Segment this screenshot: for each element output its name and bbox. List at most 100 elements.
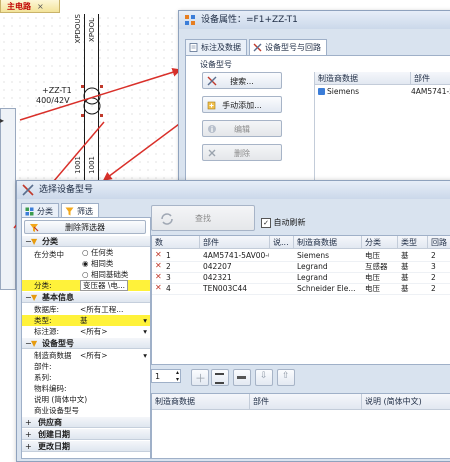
database-row[interactable]: 数据库: <所有工程... — [22, 304, 150, 315]
row-label: 类型: — [34, 316, 52, 325]
section-label: 供应商 — [38, 418, 62, 427]
delete-filter-icon — [30, 224, 39, 232]
tab-annotation-data[interactable]: 标注及数据 — [185, 39, 247, 55]
move-down-button[interactable]: ⇩ — [255, 369, 273, 386]
collapse-rows-button[interactable] — [211, 369, 229, 386]
material-code-row[interactable]: 物料编码: — [22, 383, 150, 394]
table-cell — [273, 272, 293, 283]
add-row-button[interactable]: ＋ — [191, 369, 209, 386]
select-device-model-dialog[interactable]: 选择设备型号 分类 筛选 删除筛选器 − ▼ 分类 在分类中 ○ 任何类 ◉ 相同类… — [16, 180, 450, 462]
source-row[interactable]: 标注源: <所有> ▾ — [22, 326, 150, 337]
table-cell: Siemens — [327, 87, 360, 96]
column-header[interactable]: 说明 (简体中文) — [362, 394, 450, 410]
tab-device-model[interactable]: 设备型号与回路 — [249, 39, 327, 55]
selected-parts-grid: 制造商数据 部件 说明 (简体中文) — [151, 393, 450, 459]
table-cell: 042321 — [203, 273, 232, 282]
database-icon — [318, 88, 325, 95]
commercial-model-row[interactable]: 商业设备型号 — [22, 405, 150, 416]
checkbox-label: 自动刷新 — [273, 218, 306, 227]
column-header[interactable]: 分类 — [362, 236, 398, 249]
section-category[interactable]: − ▼ 分类 — [22, 236, 150, 247]
chevron-down-icon[interactable]: ▾ — [143, 315, 147, 326]
stepper-arrows-icon[interactable]: ▴ ▾ — [176, 369, 179, 383]
tools-icon — [253, 43, 262, 52]
button-label: 手动添加... — [222, 101, 262, 110]
row-label: 制造商数据 — [34, 351, 72, 360]
delete-button[interactable]: 删除 — [202, 144, 282, 161]
edit-button[interactable]: 编辑 — [202, 120, 282, 137]
column-header[interactable]: 数 — [152, 236, 200, 249]
device-properties-dialog[interactable]: 设备属性：=F1+ZZ-T1 标注及数据 设备型号与回路 设备型号 搜索... … — [178, 10, 450, 202]
plus-icon: ＋ — [195, 372, 206, 385]
table-cell: 互感器 — [365, 262, 388, 271]
button-label: 删除筛选器 — [65, 223, 105, 232]
tab-label: 标注及数据 — [201, 43, 241, 52]
tab-label: 筛选 — [77, 207, 93, 216]
section-modified-date[interactable]: + 更改日期 — [22, 441, 150, 452]
expand-icon[interactable]: + — [25, 429, 32, 440]
table-cell: 2 — [431, 284, 436, 293]
table-cell: 基 — [401, 284, 409, 293]
column-header[interactable]: 制造商数据 — [294, 236, 362, 249]
find-button[interactable]: 查找 — [151, 205, 255, 231]
rows-icon — [215, 373, 224, 384]
column-header[interactable]: 部件 — [411, 72, 450, 85]
radio-label: 相同基础类 — [90, 270, 129, 279]
radio-any-class[interactable]: ○ 任何类 — [82, 247, 150, 258]
section-created-date[interactable]: + 创建日期 — [22, 429, 150, 440]
column-header[interactable]: 说... — [270, 236, 294, 249]
radio-same-base-class[interactable]: ○ 相同基础类 — [82, 269, 150, 280]
add-icon — [207, 101, 216, 110]
series-row[interactable]: 系列: — [22, 372, 150, 383]
table-cell: 基 — [401, 262, 409, 271]
quantity-value: 1 — [155, 372, 161, 381]
row-value: 变压器 \电... — [80, 280, 129, 291]
table-cell: 042207 — [203, 262, 232, 271]
group-label: 设备型号 — [200, 60, 232, 69]
table-cell: 电压 — [365, 251, 380, 260]
manual-add-button[interactable]: 手动添加... — [202, 96, 282, 113]
table-cell: 基 — [401, 273, 409, 282]
move-up-button[interactable]: ⇧ — [277, 369, 295, 386]
column-header[interactable]: 类型 — [398, 236, 428, 249]
remove-row-button[interactable] — [233, 369, 251, 386]
column-header[interactable]: 制造商数据 — [152, 394, 250, 410]
table-cell: 电压 — [365, 273, 380, 282]
tools-icon: ✕ — [155, 250, 162, 259]
expand-icon[interactable]: + — [25, 417, 32, 428]
device-model-table: 制造商数据 部件 Siemens 4AM5741-5A — [314, 72, 450, 192]
table-cell: 2 — [431, 251, 436, 260]
table-cell — [273, 261, 293, 272]
funnel-icon: ▼ — [31, 237, 38, 246]
column-header[interactable]: 部件 — [200, 236, 270, 249]
column-header[interactable]: 回路 — [428, 236, 450, 249]
description-row[interactable]: 说明 (简体中文) — [22, 394, 150, 405]
section-supplier[interactable]: + 供应商 — [22, 417, 150, 428]
table-row[interactable]: ✕ 4 TEN003C44 Schneider Ele... 电压基 2 — [152, 283, 450, 295]
dialog-titlebar[interactable]: 选择设备型号 — [17, 181, 450, 199]
section-device-model[interactable]: − ▼ 设备型号 — [22, 338, 150, 349]
expand-icon[interactable]: + — [25, 441, 32, 452]
part-row[interactable]: 部件: — [22, 361, 150, 372]
quantity-stepper[interactable]: 1 ▴ ▾ — [151, 369, 181, 383]
table-cell: Legrand — [297, 273, 328, 282]
property-tabs: 标注及数据 设备型号与回路 — [185, 39, 327, 55]
section-basic-info[interactable]: − ▼ 基本信息 — [22, 292, 150, 303]
category-row[interactable]: 分类: 变压器 \电... — [22, 280, 150, 291]
delete-filter-button[interactable]: 删除筛选器 — [24, 220, 146, 234]
column-header[interactable]: 部件 — [250, 394, 362, 410]
chevron-down-icon[interactable]: ▾ — [143, 350, 147, 361]
row-value: <所有> — [80, 351, 108, 360]
search-button[interactable]: 搜索... — [202, 72, 282, 89]
radio-same-class[interactable]: ◉ 相同类 — [82, 258, 150, 269]
dialog-titlebar[interactable]: 设备属性：=F1+ZZ-T1 — [179, 11, 450, 29]
type-row[interactable]: 类型: 基 ▾ — [22, 315, 150, 326]
chevron-down-icon[interactable]: ▾ — [143, 326, 147, 337]
auto-refresh-checkbox[interactable]: ✓ 自动刷新 — [261, 217, 306, 228]
manufacturer-row[interactable]: 制造商数据 <所有> ▾ — [22, 350, 150, 361]
column-header[interactable]: 制造商数据 — [315, 72, 411, 85]
info-icon — [208, 125, 216, 133]
button-label: 搜索... — [230, 77, 254, 86]
results-grid: 数部件说...制造商数据分类类型回路✕14AM5741-5AV00-0BSiem… — [151, 235, 450, 365]
table-row[interactable]: Siemens 4AM5741-5A — [315, 86, 450, 97]
